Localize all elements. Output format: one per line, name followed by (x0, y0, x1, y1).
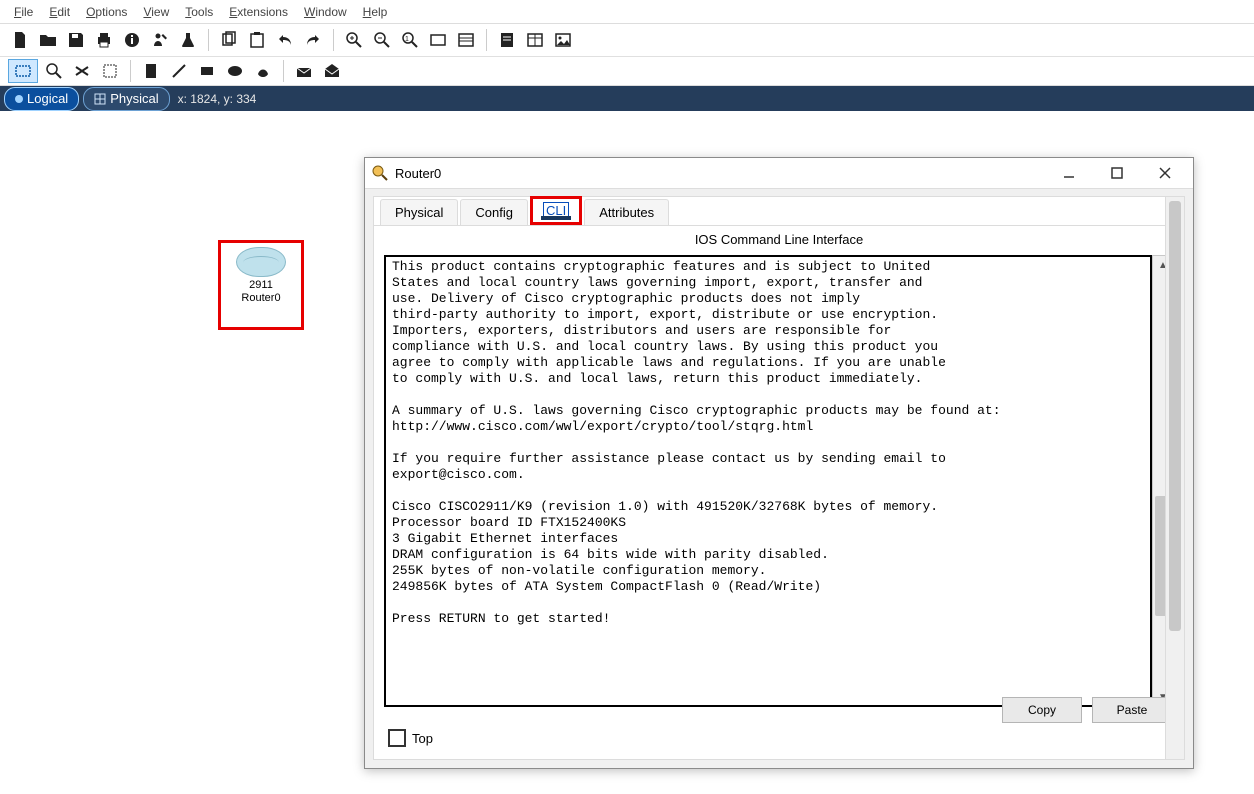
place-note-icon[interactable] (139, 59, 163, 83)
workspace-canvas[interactable]: 2911 Router0 WinITExam.com Router0 Physi… (0, 111, 1254, 794)
tab-attributes[interactable]: Attributes (584, 199, 669, 225)
secondary-toolbar (0, 57, 1254, 86)
logical-tab-label: Logical (27, 91, 68, 106)
menu-edit[interactable]: Edit (43, 3, 76, 21)
router-icon (236, 247, 286, 277)
menu-bar: File Edit Options View Tools Extensions … (0, 0, 1254, 24)
paste-icon[interactable] (245, 28, 269, 52)
top-checkbox-row[interactable]: Top (388, 729, 433, 747)
draw-line-icon[interactable] (167, 59, 191, 83)
delete-icon[interactable] (70, 59, 94, 83)
save-icon[interactable] (64, 28, 88, 52)
draw-rect-icon[interactable] (195, 59, 219, 83)
draw-freeform-icon[interactable] (251, 59, 275, 83)
cli-heading: IOS Command Line Interface (374, 232, 1184, 247)
separator (333, 29, 334, 51)
dialog-title: Router0 (395, 166, 441, 181)
magnifier-router-icon (371, 164, 389, 182)
menu-view[interactable]: View (137, 3, 175, 21)
svg-text:1: 1 (405, 36, 409, 43)
menu-tools[interactable]: Tools (179, 3, 219, 21)
redo-icon[interactable] (301, 28, 325, 52)
close-button[interactable] (1143, 159, 1187, 187)
separator (130, 60, 131, 82)
device-router0[interactable]: 2911 Router0 (218, 240, 304, 330)
note-icon[interactable] (495, 28, 519, 52)
separator (283, 60, 284, 82)
physical-tab[interactable]: Physical (83, 87, 169, 111)
dialog-titlebar[interactable]: Router0 (365, 158, 1193, 189)
paste-button[interactable]: Paste (1092, 697, 1172, 723)
simple-pdu-icon[interactable] (292, 59, 316, 83)
copy-icon[interactable] (217, 28, 241, 52)
complex-pdu-icon[interactable] (320, 59, 344, 83)
table-icon[interactable] (523, 28, 547, 52)
resize-icon[interactable] (98, 59, 122, 83)
open-folder-icon[interactable] (36, 28, 60, 52)
top-checkbox[interactable] (388, 729, 406, 747)
dialog-scrollbar[interactable] (1165, 197, 1184, 759)
undo-icon[interactable] (273, 28, 297, 52)
fullscreen-icon[interactable] (426, 28, 450, 52)
dialog-tabs: Physical Config CLI Attributes (374, 197, 1184, 226)
menu-extensions[interactable]: Extensions (223, 3, 294, 21)
flask-icon[interactable] (176, 28, 200, 52)
logical-dot-icon (15, 95, 23, 103)
zoom-reset-icon[interactable]: 1 (398, 28, 422, 52)
copy-button[interactable]: Copy (1002, 697, 1082, 723)
tab-config[interactable]: Config (460, 199, 528, 225)
cli-terminal[interactable]: This product contains cryptographic feat… (384, 255, 1152, 707)
minimize-button[interactable] (1047, 159, 1091, 187)
physical-grid-icon (94, 93, 106, 105)
image-icon[interactable] (551, 28, 575, 52)
menu-help[interactable]: Help (357, 3, 394, 21)
menu-options[interactable]: Options (80, 3, 133, 21)
print-icon[interactable] (92, 28, 116, 52)
select-tool-icon[interactable] (8, 59, 38, 83)
dialog-scroll-thumb[interactable] (1169, 201, 1181, 631)
workspace-bar: Logical Physical x: 1824, y: 334 (0, 86, 1254, 111)
dialog-body: Physical Config CLI Attributes IOS Comma… (373, 196, 1185, 760)
device-model-label: 2911 (221, 279, 301, 292)
activity-wizard-icon[interactable] (148, 28, 172, 52)
info-icon[interactable] (120, 28, 144, 52)
cursor-coords: x: 1824, y: 334 (178, 92, 257, 106)
inspect-icon[interactable] (42, 59, 66, 83)
cli-underline (541, 216, 571, 220)
zoom-in-icon[interactable] (342, 28, 366, 52)
tab-physical[interactable]: Physical (380, 199, 458, 225)
physical-tab-label: Physical (110, 91, 158, 106)
logical-tab[interactable]: Logical (4, 87, 79, 111)
separator (486, 29, 487, 51)
device-name-label: Router0 (221, 292, 301, 305)
tab-cli-highlight: CLI (530, 196, 582, 225)
main-toolbar: 1 (0, 24, 1254, 57)
router0-dialog: Router0 Physical Config CLI Attributes I… (364, 157, 1194, 769)
maximize-button[interactable] (1095, 159, 1139, 187)
zoom-out-icon[interactable] (370, 28, 394, 52)
menu-window[interactable]: Window (298, 3, 353, 21)
new-file-icon[interactable] (8, 28, 32, 52)
panel-list-icon[interactable] (454, 28, 478, 52)
top-checkbox-label: Top (412, 731, 433, 746)
draw-ellipse-icon[interactable] (223, 59, 247, 83)
menu-file[interactable]: File (8, 3, 39, 21)
separator (208, 29, 209, 51)
